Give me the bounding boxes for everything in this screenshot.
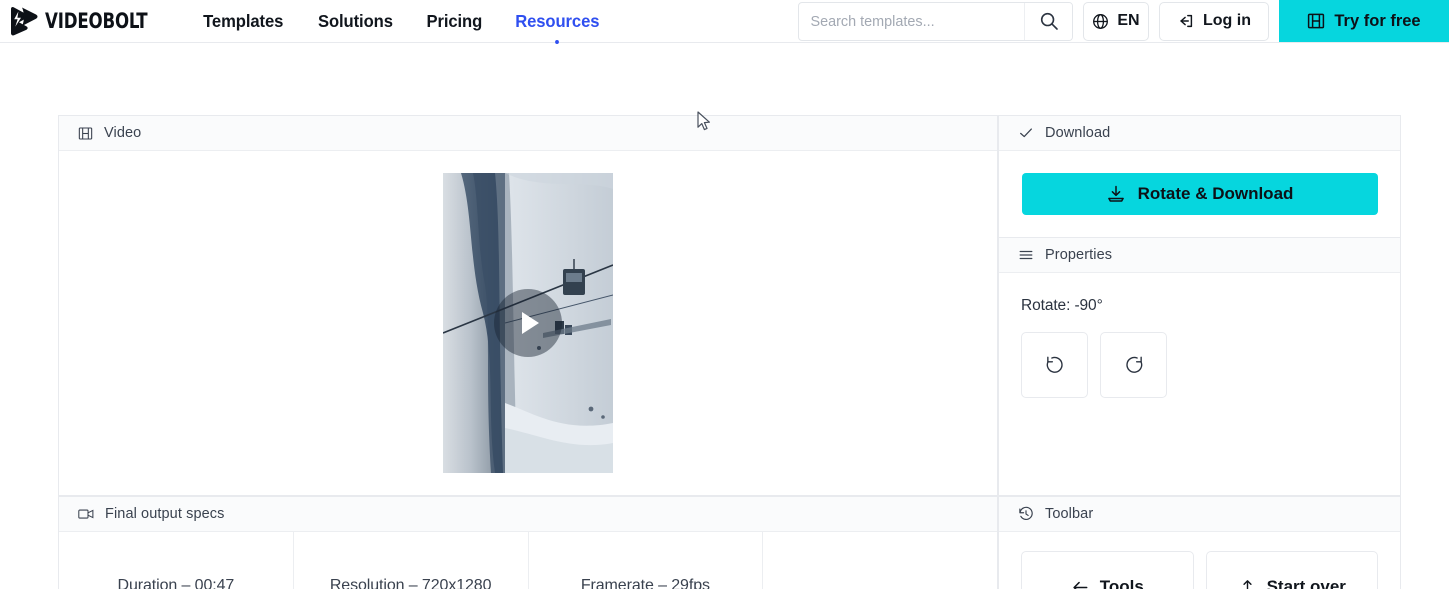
- properties-panel-title: Properties: [1045, 247, 1113, 263]
- try-for-free-button[interactable]: Try for free: [1279, 0, 1449, 42]
- download-panel-header: Download: [999, 116, 1400, 151]
- upload-icon: [1238, 578, 1257, 589]
- nav-link-templates[interactable]: Templates: [204, 11, 284, 32]
- rotate-and-download-label: Rotate & Download: [1137, 184, 1294, 203]
- language-label: EN: [1117, 12, 1140, 29]
- specs-panel-title: Final output specs: [105, 506, 225, 522]
- specs-row: Duration – 00:47 Resolution – 720x1280 F…: [59, 532, 997, 589]
- video-panel-title: Video: [104, 125, 142, 141]
- toolbar-panel-body: Tools Start over: [999, 532, 1400, 589]
- spec-cell-framerate: Framerate – 29fps: [529, 532, 764, 589]
- nav-link-resources-label: Resources: [515, 10, 600, 31]
- rotate-ccw-icon: [1044, 354, 1066, 376]
- toolbar-panel: Toolbar Tools Start over: [998, 496, 1401, 589]
- nav-link-pricing[interactable]: Pricing: [426, 11, 482, 32]
- properties-panel: Properties Rotate: -90°: [998, 237, 1401, 496]
- log-in-button[interactable]: Log in: [1159, 1, 1269, 41]
- video-panel-header: Video: [59, 116, 997, 151]
- download-panel: Download Rotate & Download: [998, 115, 1401, 238]
- nav-link-resources[interactable]: Resources: [515, 10, 600, 44]
- log-in-label: Log in: [1203, 12, 1251, 29]
- toolbar-panel-header: Toolbar: [999, 497, 1400, 532]
- check-icon: [1018, 125, 1034, 141]
- play-icon: [522, 312, 539, 334]
- nav-right-group: EN Log in Try for free: [798, 0, 1449, 42]
- final-output-specs-panel: Final output specs Duration – 00:47 Reso…: [58, 496, 998, 589]
- logo-text: VIDEOBOLT: [45, 9, 148, 33]
- globe-icon: [1092, 13, 1109, 30]
- rotate-counter-clockwise-button[interactable]: [1021, 332, 1088, 398]
- tools-label: Tools: [1099, 577, 1144, 589]
- download-panel-body: Rotate & Download: [999, 151, 1400, 237]
- videobolt-logo-icon: [9, 6, 43, 36]
- nav-links: Templates Solutions Pricing Resources: [201, 0, 601, 44]
- search-input[interactable]: [799, 2, 1015, 40]
- spec-cell-empty: [763, 532, 997, 589]
- rotate-clockwise-button[interactable]: [1100, 332, 1167, 398]
- rotate-buttons-group: [1021, 332, 1378, 398]
- rotate-cw-icon: [1123, 354, 1145, 376]
- play-button[interactable]: [494, 289, 562, 357]
- video-stage: [59, 151, 997, 495]
- properties-panel-header: Properties: [999, 238, 1400, 273]
- start-over-button[interactable]: Start over: [1205, 551, 1378, 589]
- download-icon: [1106, 184, 1126, 204]
- start-over-label: Start over: [1266, 577, 1346, 589]
- arrow-left-icon: [1071, 578, 1090, 589]
- top-navigation-bar: VIDEOBOLT Templates Solutions Pricing Re…: [0, 0, 1449, 44]
- toolbar-panel-title: Toolbar: [1045, 506, 1094, 522]
- specs-panel-header: Final output specs: [59, 497, 997, 532]
- search-icon: [1039, 11, 1059, 31]
- video-panel: Video: [58, 115, 998, 496]
- spec-cell-duration: Duration – 00:47: [59, 532, 294, 589]
- tools-button[interactable]: Tools: [1021, 551, 1194, 589]
- history-clock-icon: [1018, 506, 1034, 522]
- hamburger-icon: [1018, 247, 1034, 263]
- login-arrow-icon: [1177, 12, 1195, 30]
- try-for-free-label: Try for free: [1334, 11, 1421, 30]
- nav-left-group: VIDEOBOLT Templates Solutions Pricing Re…: [0, 0, 602, 44]
- search-button[interactable]: [1024, 2, 1072, 40]
- video-thumbnail[interactable]: [443, 173, 613, 473]
- film-icon: [78, 126, 93, 141]
- rotate-and-download-button[interactable]: Rotate & Download: [1021, 173, 1378, 215]
- language-selector-button[interactable]: EN: [1083, 1, 1149, 41]
- spec-cell-resolution: Resolution – 720x1280: [294, 532, 529, 589]
- properties-panel-body: Rotate: -90°: [999, 273, 1400, 398]
- app-page: VIDEOBOLT Templates Solutions Pricing Re…: [0, 0, 1449, 589]
- header-divider: [0, 42, 1449, 43]
- logo[interactable]: VIDEOBOLT: [9, 0, 161, 42]
- download-panel-title: Download: [1045, 125, 1111, 141]
- video-camera-icon: [78, 507, 94, 521]
- nav-link-solutions[interactable]: Solutions: [318, 11, 393, 32]
- rotate-value-label: Rotate: -90°: [1021, 297, 1103, 314]
- search-box[interactable]: [798, 1, 1073, 41]
- film-icon: [1307, 12, 1325, 30]
